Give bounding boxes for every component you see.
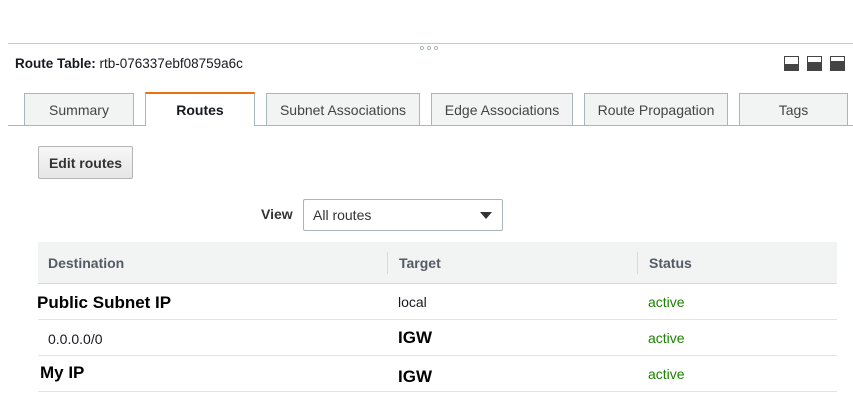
column-resizer[interactable]: [387, 252, 388, 274]
tab-routes[interactable]: Routes: [145, 92, 255, 126]
column-resizer[interactable]: [637, 252, 638, 274]
target-cell: IGW: [398, 367, 432, 386]
tab-edge-associations[interactable]: Edge Associations: [431, 93, 573, 125]
tab-subnet-associations-label: Subnet Associations: [279, 101, 407, 118]
view-label: View: [261, 206, 293, 222]
panel-divider: [8, 43, 853, 44]
row-divider: [38, 391, 837, 392]
tab-summary-label: Summary: [49, 101, 109, 118]
target-cell: local: [398, 294, 427, 310]
view-select[interactable]: All routes: [303, 199, 503, 231]
tab-route-propagation-label: Route Propagation: [597, 101, 715, 118]
panel-full-icon[interactable]: [830, 56, 845, 71]
destination-cell: 0.0.0.0/0: [48, 331, 103, 347]
tab-route-propagation[interactable]: Route Propagation: [584, 93, 728, 125]
route-table-id: rtb-076337ebf08759a6c: [99, 56, 243, 71]
routes-table-header: Destination Target Status: [38, 242, 837, 284]
chevron-down-icon: [480, 212, 492, 219]
panel-title: Route Table: rtb-076337ebf08759a6c: [15, 56, 243, 71]
layout-toggle-group: [784, 56, 845, 71]
status-cell: active: [648, 330, 685, 346]
column-header-target[interactable]: Target: [399, 255, 441, 271]
edit-routes-button[interactable]: Edit routes: [38, 146, 133, 179]
view-select-value: All routes: [313, 207, 372, 223]
status-cell: active: [648, 366, 685, 382]
column-header-status[interactable]: Status: [649, 255, 692, 271]
target-cell: IGW: [398, 328, 432, 347]
status-cell: active: [648, 294, 685, 310]
table-row[interactable]: 0.0.0.0/0 IGW active: [0, 320, 853, 356]
resize-grip-icon[interactable]: [420, 46, 438, 50]
tab-baseline: [8, 125, 853, 126]
tab-summary[interactable]: Summary: [24, 93, 134, 125]
tab-tags[interactable]: Tags: [739, 93, 848, 125]
destination-cell: Public Subnet IP: [37, 293, 172, 312]
destination-cell: My IP: [40, 363, 85, 382]
tab-tags-label: Tags: [778, 101, 809, 118]
tab-routes-label: Routes: [176, 102, 224, 118]
tab-subnet-associations[interactable]: Subnet Associations: [266, 93, 420, 125]
tab-edge-associations-label: Edge Associations: [444, 101, 560, 118]
panel-title-label: Route Table:: [15, 56, 96, 71]
table-row[interactable]: Public Subnet IP local active: [0, 284, 853, 320]
table-row[interactable]: My IP IGW active: [0, 356, 853, 392]
column-header-destination[interactable]: Destination: [48, 255, 124, 271]
panel-split-icon[interactable]: [807, 56, 822, 71]
panel-bottom-icon[interactable]: [784, 56, 799, 71]
